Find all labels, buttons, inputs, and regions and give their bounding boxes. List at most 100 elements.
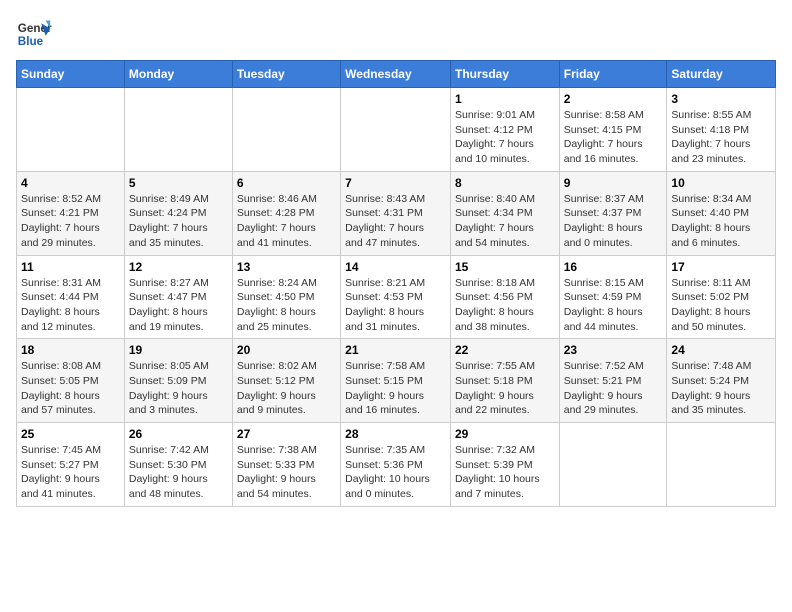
calendar-table: SundayMondayTuesdayWednesdayThursdayFrid… [16,60,776,507]
calendar-cell [341,88,451,172]
day-header-saturday: Saturday [667,61,776,88]
calendar-cell: 18 Sunrise: 8:08 AM Sunset: 5:05 PM Dayli… [17,339,125,423]
calendar-cell: 24 Sunrise: 7:48 AM Sunset: 5:24 PM Dayli… [667,339,776,423]
day-info: Sunrise: 8:52 AM Sunset: 4:21 PM Dayligh… [21,192,120,251]
day-info: Sunrise: 8:08 AM Sunset: 5:05 PM Dayligh… [21,359,120,418]
calendar-cell: 15 Sunrise: 8:18 AM Sunset: 4:56 PM Dayli… [450,255,559,339]
calendar-header: SundayMondayTuesdayWednesdayThursdayFrid… [17,61,776,88]
day-info: Sunrise: 7:58 AM Sunset: 5:15 PM Dayligh… [345,359,446,418]
day-number: 25 [21,427,120,441]
calendar-cell: 20 Sunrise: 8:02 AM Sunset: 5:12 PM Dayli… [232,339,340,423]
header-row: SundayMondayTuesdayWednesdayThursdayFrid… [17,61,776,88]
day-info: Sunrise: 8:58 AM Sunset: 4:15 PM Dayligh… [564,108,663,167]
day-number: 20 [237,343,336,357]
day-number: 4 [21,176,120,190]
day-info: Sunrise: 7:38 AM Sunset: 5:33 PM Dayligh… [237,443,336,502]
svg-text:Blue: Blue [18,35,44,48]
calendar-cell: 13 Sunrise: 8:24 AM Sunset: 4:50 PM Dayli… [232,255,340,339]
day-number: 2 [564,92,663,106]
logo: General Blue [16,16,52,52]
calendar-cell: 14 Sunrise: 8:21 AM Sunset: 4:53 PM Dayli… [341,255,451,339]
calendar-cell: 12 Sunrise: 8:27 AM Sunset: 4:47 PM Dayli… [124,255,232,339]
calendar-cell: 8Sunrise: 8:40 AM Sunset: 4:34 PM Daylig… [450,171,559,255]
day-number: 13 [237,260,336,274]
day-number: 17 [671,260,771,274]
week-row-5: 25Sunrise: 7:45 AM Sunset: 5:27 PM Dayli… [17,423,776,507]
day-info: Sunrise: 8:05 AM Sunset: 5:09 PM Dayligh… [129,359,228,418]
calendar-cell: 1Sunrise: 9:01 AM Sunset: 4:12 PM Daylig… [450,88,559,172]
day-info: Sunrise: 8:55 AM Sunset: 4:18 PM Dayligh… [671,108,771,167]
calendar-cell: 6 Sunrise: 8:46 AM Sunset: 4:28 PM Daylig… [232,171,340,255]
day-info: Sunrise: 8:18 AM Sunset: 4:56 PM Dayligh… [455,276,555,335]
day-info: Sunrise: 7:42 AM Sunset: 5:30 PM Dayligh… [129,443,228,502]
day-number: 7 [345,176,446,190]
day-number: 14 [345,260,446,274]
day-number: 21 [345,343,446,357]
calendar-body: 1Sunrise: 9:01 AM Sunset: 4:12 PM Daylig… [17,88,776,507]
day-info: Sunrise: 8:02 AM Sunset: 5:12 PM Dayligh… [237,359,336,418]
calendar-cell: 16Sunrise: 8:15 AM Sunset: 4:59 PM Dayli… [559,255,667,339]
calendar-cell: 25Sunrise: 7:45 AM Sunset: 5:27 PM Dayli… [17,423,125,507]
day-number: 23 [564,343,663,357]
calendar-cell [667,423,776,507]
day-info: Sunrise: 9:01 AM Sunset: 4:12 PM Dayligh… [455,108,555,167]
day-header-friday: Friday [559,61,667,88]
week-row-3: 11 Sunrise: 8:31 AM Sunset: 4:44 PM Dayli… [17,255,776,339]
day-number: 18 [21,343,120,357]
day-info: Sunrise: 8:27 AM Sunset: 4:47 PM Dayligh… [129,276,228,335]
calendar-cell: 5Sunrise: 8:49 AM Sunset: 4:24 PM Daylig… [124,171,232,255]
calendar-cell: 29 Sunrise: 7:32 AM Sunset: 5:39 PM Dayli… [450,423,559,507]
day-number: 15 [455,260,555,274]
week-row-2: 4 Sunrise: 8:52 AM Sunset: 4:21 PM Daylig… [17,171,776,255]
day-number: 5 [129,176,228,190]
day-info: Sunrise: 7:52 AM Sunset: 5:21 PM Dayligh… [564,359,663,418]
day-number: 8 [455,176,555,190]
calendar-cell: 21 Sunrise: 7:58 AM Sunset: 5:15 PM Dayli… [341,339,451,423]
day-number: 28 [345,427,446,441]
calendar-cell: 2 Sunrise: 8:58 AM Sunset: 4:15 PM Daylig… [559,88,667,172]
day-info: Sunrise: 8:34 AM Sunset: 4:40 PM Dayligh… [671,192,771,251]
day-header-sunday: Sunday [17,61,125,88]
day-number: 6 [237,176,336,190]
calendar-cell: 4 Sunrise: 8:52 AM Sunset: 4:21 PM Daylig… [17,171,125,255]
day-number: 19 [129,343,228,357]
day-info: Sunrise: 8:43 AM Sunset: 4:31 PM Dayligh… [345,192,446,251]
calendar-cell [232,88,340,172]
calendar-cell: 9 Sunrise: 8:37 AM Sunset: 4:37 PM Daylig… [559,171,667,255]
day-info: Sunrise: 7:35 AM Sunset: 5:36 PM Dayligh… [345,443,446,502]
calendar-cell: 23 Sunrise: 7:52 AM Sunset: 5:21 PM Dayli… [559,339,667,423]
calendar-cell: 3Sunrise: 8:55 AM Sunset: 4:18 PM Daylig… [667,88,776,172]
day-info: Sunrise: 8:21 AM Sunset: 4:53 PM Dayligh… [345,276,446,335]
day-number: 11 [21,260,120,274]
day-number: 24 [671,343,771,357]
calendar-cell [17,88,125,172]
day-info: Sunrise: 8:11 AM Sunset: 5:02 PM Dayligh… [671,276,771,335]
week-row-4: 18 Sunrise: 8:08 AM Sunset: 5:05 PM Dayli… [17,339,776,423]
header: General Blue [16,16,776,52]
day-info: Sunrise: 8:31 AM Sunset: 4:44 PM Dayligh… [21,276,120,335]
calendar-cell: 10 Sunrise: 8:34 AM Sunset: 4:40 PM Dayli… [667,171,776,255]
day-info: Sunrise: 8:46 AM Sunset: 4:28 PM Dayligh… [237,192,336,251]
day-info: Sunrise: 7:48 AM Sunset: 5:24 PM Dayligh… [671,359,771,418]
calendar-cell: 28 Sunrise: 7:35 AM Sunset: 5:36 PM Dayli… [341,423,451,507]
calendar-cell [559,423,667,507]
day-number: 26 [129,427,228,441]
day-number: 9 [564,176,663,190]
day-header-wednesday: Wednesday [341,61,451,88]
day-info: Sunrise: 8:37 AM Sunset: 4:37 PM Dayligh… [564,192,663,251]
day-number: 29 [455,427,555,441]
logo-icon: General Blue [16,16,52,52]
day-header-monday: Monday [124,61,232,88]
calendar-cell: 27 Sunrise: 7:38 AM Sunset: 5:33 PM Dayli… [232,423,340,507]
day-number: 27 [237,427,336,441]
day-info: Sunrise: 8:15 AM Sunset: 4:59 PM Dayligh… [564,276,663,335]
week-row-1: 1Sunrise: 9:01 AM Sunset: 4:12 PM Daylig… [17,88,776,172]
day-number: 12 [129,260,228,274]
day-info: Sunrise: 8:24 AM Sunset: 4:50 PM Dayligh… [237,276,336,335]
day-number: 10 [671,176,771,190]
calendar-cell: 7 Sunrise: 8:43 AM Sunset: 4:31 PM Daylig… [341,171,451,255]
calendar-cell: 26 Sunrise: 7:42 AM Sunset: 5:30 PM Dayli… [124,423,232,507]
calendar-cell [124,88,232,172]
day-info: Sunrise: 7:32 AM Sunset: 5:39 PM Dayligh… [455,443,555,502]
calendar-cell: 17 Sunrise: 8:11 AM Sunset: 5:02 PM Dayli… [667,255,776,339]
